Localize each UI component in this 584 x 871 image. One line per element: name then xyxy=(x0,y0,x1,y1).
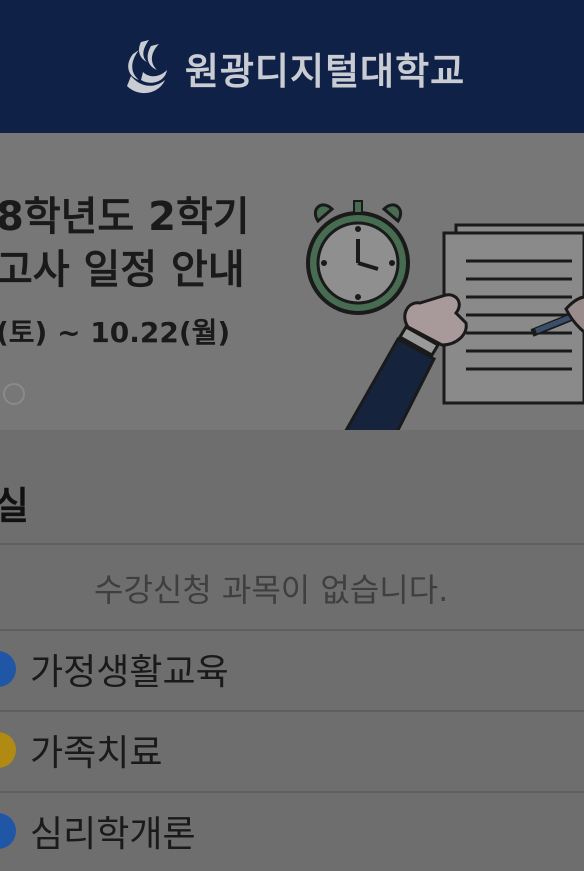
banner-title-line1: 8학년도 2학기 xyxy=(0,194,250,240)
exam-illustration xyxy=(296,199,584,430)
empty-courses-message: 수강신청 과목이 없습니다. xyxy=(94,571,449,609)
notice-banner[interactable]: 8학년도 2학기 고사 일정 안내 (토) ~ 10.22(월) xyxy=(0,133,584,430)
carousel-page-indicator[interactable] xyxy=(3,383,25,405)
course-name: 가정생활교육 xyxy=(30,652,229,693)
course-name: 가족치료 xyxy=(30,733,163,774)
university-logo-link[interactable]: 원광디지털대학교 xyxy=(119,36,465,100)
divider xyxy=(0,543,584,545)
course-item[interactable]: 심리학개론 xyxy=(0,791,584,871)
course-color-marker xyxy=(0,651,16,687)
course-color-marker xyxy=(0,732,16,768)
app-header: 원광디지털대학교 xyxy=(0,0,584,133)
section-title: 실 xyxy=(0,484,29,528)
course-name: 심리학개론 xyxy=(30,814,196,855)
banner-date: (토) ~ 10.22(월) xyxy=(0,316,231,349)
course-item[interactable]: 가족치료 xyxy=(0,710,584,790)
university-emblem-icon xyxy=(119,36,175,100)
university-name: 원광디지털대학교 xyxy=(184,49,466,93)
my-lecture-room-section: 실 수강신청 과목이 없습니다. 가정생활교육 가족치료 심리학개론 xyxy=(0,447,584,863)
course-color-marker xyxy=(0,813,16,849)
banner-title-line2: 고사 일정 안내 xyxy=(0,247,245,293)
course-item[interactable]: 가정생활교육 xyxy=(0,629,584,709)
banner-title: 8학년도 2학기 고사 일정 안내 xyxy=(0,191,250,297)
